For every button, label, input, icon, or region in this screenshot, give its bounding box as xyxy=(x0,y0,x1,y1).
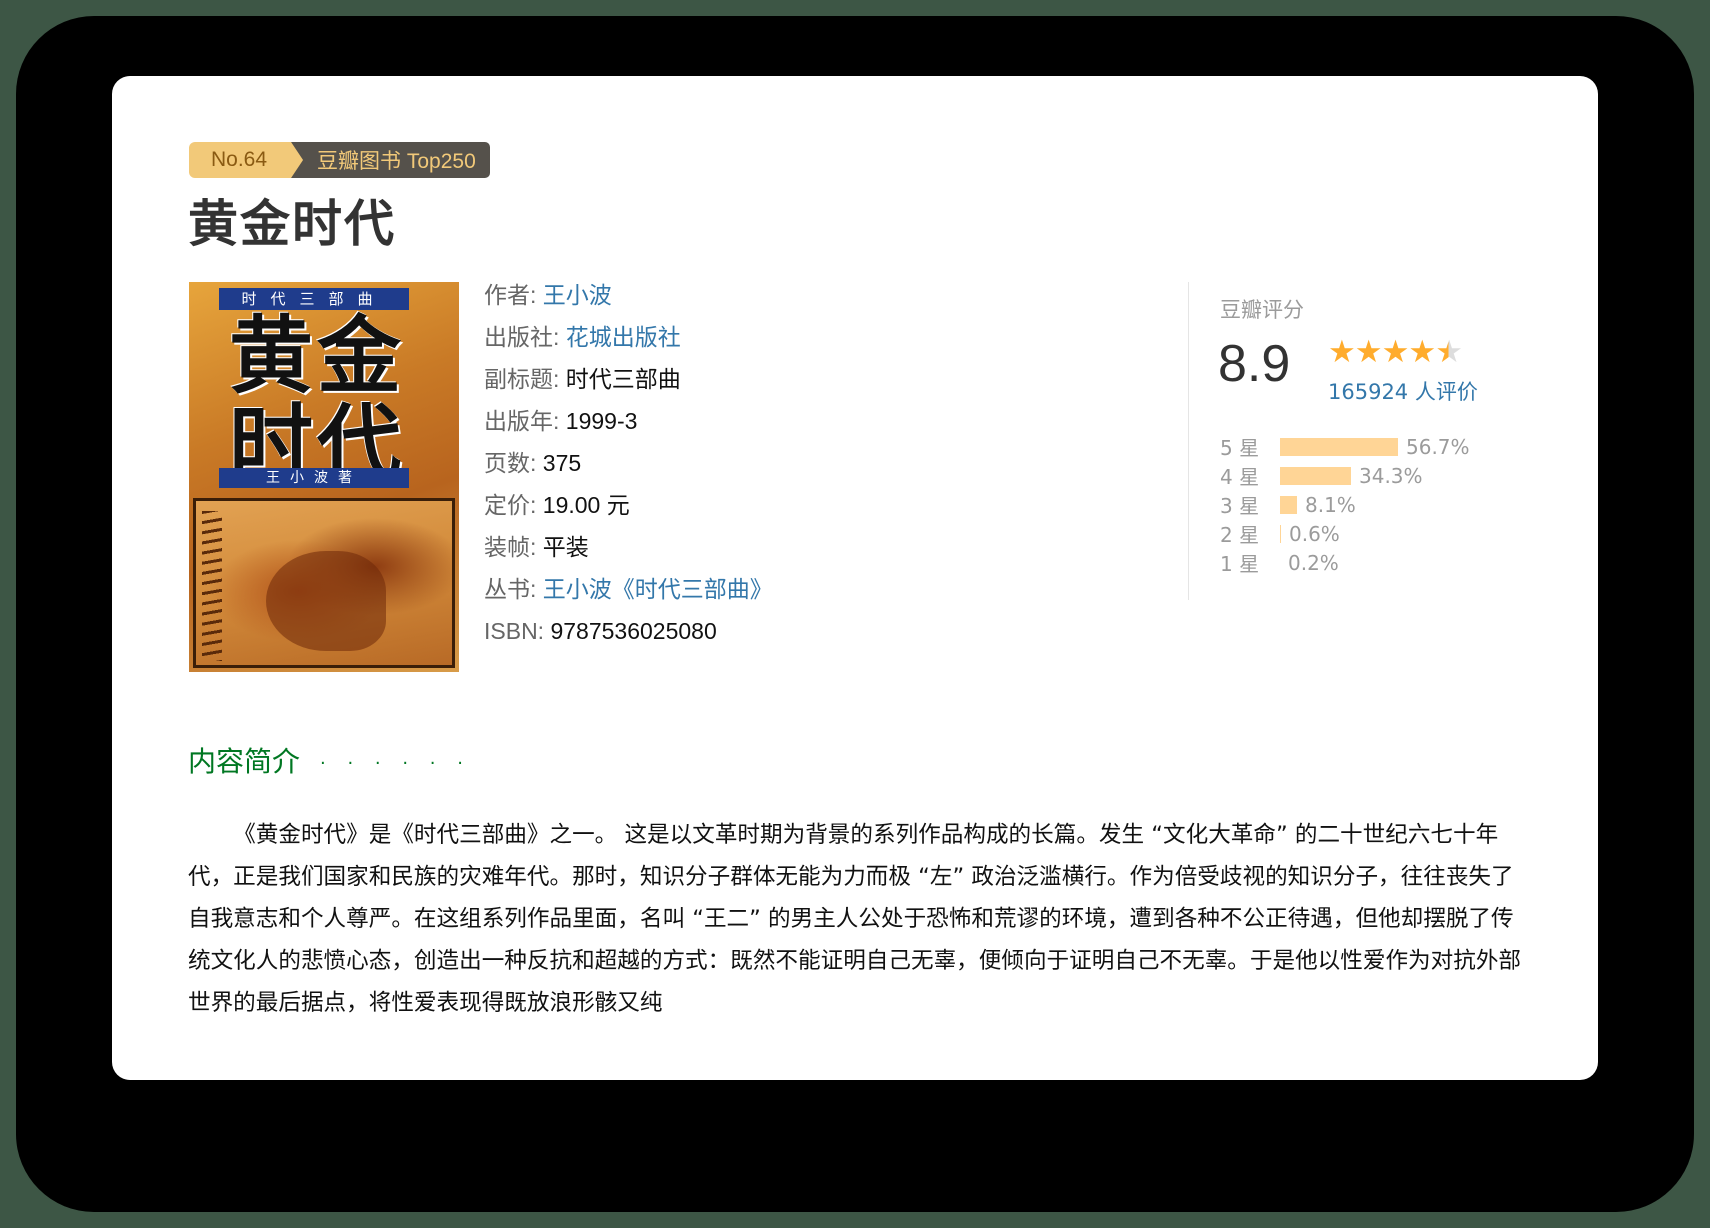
rating-distribution: 5 星 56.7% 4 星 34.3% 3 星 8.1% 2 星 0.6% 1 星 0.2% xyxy=(1220,432,1470,577)
half-star-icon: ★ xyxy=(1435,334,1463,370)
rating-dist-bar xyxy=(1280,524,1281,543)
rating-dist-percent: 0.6% xyxy=(1289,521,1340,546)
star-icon: ★ xyxy=(1408,334,1436,370)
binding-label: 装帧: xyxy=(484,534,537,560)
badge-list-name: 豆瓣图书 Top250 xyxy=(291,142,490,178)
rating-dist-row: 4 星 34.3% xyxy=(1220,461,1470,490)
rating-dist-row: 1 星 0.2% xyxy=(1220,548,1470,577)
intro-heading-text: 内容简介 xyxy=(188,745,301,778)
isbn-value: 9787536025080 xyxy=(550,618,717,644)
rating-divider xyxy=(1188,282,1189,600)
intro-heading: 内容简介 · · · · · · xyxy=(188,740,471,780)
pages-value: 375 xyxy=(542,450,582,476)
info-row-author: 作者: 王小波 xyxy=(484,274,773,316)
rating-dist-percent: 0.2% xyxy=(1288,550,1339,575)
price-label: 定价: xyxy=(484,492,537,518)
isbn-label: ISBN: xyxy=(484,618,545,644)
info-row-series: 丛书: 王小波《时代三部曲》 xyxy=(484,568,773,610)
badge-rank: No.64 xyxy=(189,142,303,178)
intro-heading-dots: · · · · · · xyxy=(320,752,471,774)
rating-dist-percent: 34.3% xyxy=(1359,463,1423,488)
cover-title: 黄金 时代 xyxy=(229,312,409,488)
star-icon: ★ xyxy=(1354,334,1383,370)
top250-badge[interactable]: No.64 豆瓣图书 Top250 xyxy=(189,142,490,178)
rating-score: 8.9 xyxy=(1218,335,1291,393)
rating-dist-row: 2 星 0.6% xyxy=(1220,519,1470,548)
rating-dist-bar xyxy=(1280,466,1351,485)
pages-label: 页数: xyxy=(484,450,537,476)
intro-text: 《黄金时代》是《时代三部曲》之一。 这是以文革时期为背景的系列作品构成的长篇。发… xyxy=(188,822,1522,1016)
rating-votes-link[interactable]: 165924 人评价 xyxy=(1328,376,1478,406)
series-link[interactable]: 王小波《时代三部曲》 xyxy=(543,576,773,602)
rating-dist-percent: 56.7% xyxy=(1406,434,1470,459)
year-value: 1999-3 xyxy=(565,408,638,434)
author-label: 作者: xyxy=(484,282,537,308)
publisher-link[interactable]: 花城出版社 xyxy=(566,324,681,350)
star-icon: ★ xyxy=(1328,334,1356,370)
book-cover-image[interactable]: 时代三部曲 黄金 时代 王小波著 xyxy=(189,282,459,672)
rating-dist-label: 5 星 xyxy=(1220,436,1260,460)
cover-artwork xyxy=(193,498,455,668)
info-row-pages: 页数: 375 xyxy=(484,442,773,484)
rating-dist-bar xyxy=(1280,437,1398,456)
cover-title-line1: 黄金 xyxy=(229,306,406,405)
rating-dist-label: 3 星 xyxy=(1220,494,1260,518)
info-row-publisher: 出版社: 花城出版社 xyxy=(484,316,773,358)
cover-author-band: 王小波著 xyxy=(219,468,409,488)
info-row-isbn: ISBN: 9787536025080 xyxy=(484,610,773,652)
rating-dist-label: 1 星 xyxy=(1220,552,1260,576)
publisher-label: 出版社: xyxy=(484,324,560,350)
rating-dist-row: 5 星 56.7% xyxy=(1220,432,1470,461)
rating-stars: ★★★★★ xyxy=(1328,334,1463,370)
rating-dist-percent: 8.1% xyxy=(1305,492,1356,517)
rating-dist-row: 3 星 8.1% xyxy=(1220,490,1470,519)
info-row-year: 出版年: 1999-3 xyxy=(484,400,773,442)
subtitle-value: 时代三部曲 xyxy=(565,366,681,392)
rating-label: 豆瓣评分 xyxy=(1220,298,1304,322)
rating-dist-bar xyxy=(1280,495,1297,514)
binding-value: 平装 xyxy=(542,534,589,560)
book-card: No.64 豆瓣图书 Top250 黄金时代 时代三部曲 黄金 时代 王小波著 … xyxy=(112,76,1598,1080)
year-label: 出版年: xyxy=(484,408,560,434)
info-row-subtitle: 副标题: 时代三部曲 xyxy=(484,358,773,400)
series-label: 丛书: xyxy=(484,576,537,602)
price-value: 19.00 元 xyxy=(542,492,630,518)
book-title: 黄金时代 xyxy=(188,195,396,253)
info-row-binding: 装帧: 平装 xyxy=(484,526,773,568)
star-icon: ★ xyxy=(1381,334,1410,370)
info-row-price: 定价: 19.00 元 xyxy=(484,484,773,526)
rating-dist-label: 4 星 xyxy=(1220,465,1260,489)
rating-dist-label: 2 星 xyxy=(1220,523,1260,547)
subtitle-label: 副标题: xyxy=(484,366,560,392)
book-info: 作者: 王小波 出版社: 花城出版社 副标题: 时代三部曲 出版年: 1999-… xyxy=(484,274,773,652)
author-link[interactable]: 王小波 xyxy=(543,282,612,308)
